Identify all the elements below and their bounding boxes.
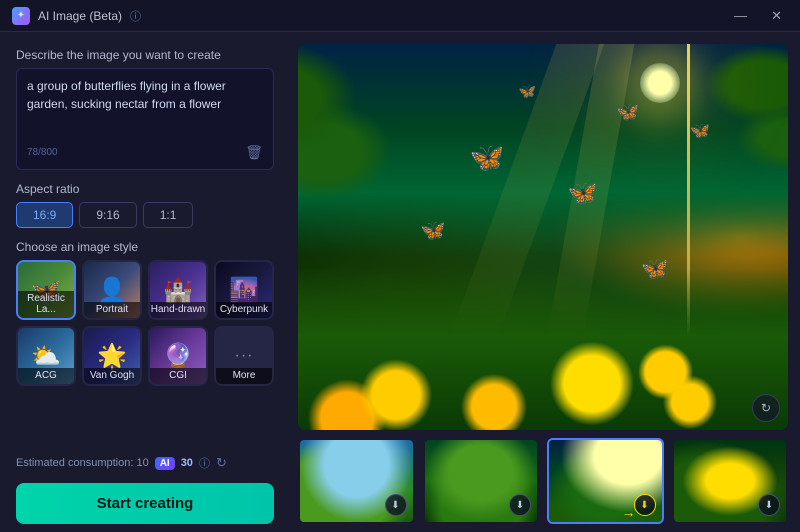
style-realistic[interactable]: 🦋 Realistic La... [16, 260, 76, 320]
prompt-label: Describe the image you want to create [16, 48, 274, 62]
style-label: Choose an image style [16, 240, 274, 254]
textarea-container: a group of butterflies flying in a flowe… [16, 68, 274, 170]
main-content: Describe the image you want to create a … [0, 32, 800, 532]
style-vangogh[interactable]: 🌟 Van Gogh [82, 326, 142, 386]
textarea-footer: 78/800 🗑 [27, 144, 263, 161]
aspect-16-9[interactable]: 16:9 [16, 202, 73, 228]
butterfly-5: 🦋 [519, 83, 536, 100]
aspect-section: Aspect ratio 16:9 9:16 1:1 [16, 182, 274, 228]
thumb-3-download[interactable]: ⬇ [634, 494, 656, 516]
thumbnail-4[interactable]: ⬇ [672, 438, 789, 524]
scene-flowers [298, 198, 788, 430]
refresh-icon[interactable]: ↻ [216, 455, 227, 471]
thumbnail-3[interactable]: ⬇ → [547, 438, 664, 524]
ai-badge: AI [155, 457, 175, 470]
title-bar: ✦ AI Image (Beta) ⓘ — ✕ [0, 0, 800, 32]
style-acg-label: ACG [18, 368, 74, 384]
left-panel: Describe the image you want to create a … [0, 32, 290, 532]
thumb-2-download[interactable]: ⬇ [509, 494, 531, 516]
butterfly-7: 🦋 [641, 256, 668, 282]
style-cyberpunk-label: Cyberpunk [216, 302, 272, 318]
butterfly-4: 🦋 [421, 218, 446, 243]
left-bottom: Estimated consumption: 10 AI 30 ⓘ ↻ Star… [16, 455, 274, 524]
prompt-input[interactable]: a group of butterflies flying in a flowe… [27, 77, 263, 137]
clear-button[interactable]: 🗑 [245, 144, 263, 161]
window-controls: — ✕ [728, 6, 788, 26]
style-acg[interactable]: ⛅ ACG [16, 326, 76, 386]
consumption-info-icon[interactable]: ⓘ [199, 455, 210, 471]
style-cgi-label: CGI [150, 368, 206, 384]
title-info-icon[interactable]: ⓘ [130, 8, 141, 24]
prompt-section: Describe the image you want to create a … [16, 48, 274, 170]
style-more-label: More [216, 368, 272, 384]
thumbnail-2[interactable]: ⬇ [423, 438, 540, 524]
thumb-4-download[interactable]: ⬇ [758, 494, 780, 516]
butterfly-3: 🦋 [617, 102, 639, 123]
close-button[interactable]: ✕ [765, 6, 788, 26]
app-title: AI Image (Beta) [38, 9, 122, 23]
minimize-button[interactable]: — [728, 6, 753, 25]
style-handdrawn-label: Hand-drawn [150, 302, 206, 318]
aspect-1-1[interactable]: 1:1 [143, 202, 194, 228]
aspect-9-16[interactable]: 9:16 [79, 202, 136, 228]
start-creating-button[interactable]: Start creating [16, 483, 274, 524]
butterfly-6: 🦋 [690, 121, 710, 141]
thumb-1-download[interactable]: ⬇ [385, 494, 407, 516]
style-more[interactable]: ··· More [214, 326, 274, 386]
style-grid: 🦋 Realistic La... 👤 Portrait 🏰 Hand-draw… [16, 260, 274, 386]
thumbnails-row: ⬇ ⬇ ⬇ → ⬇ [298, 438, 788, 524]
style-realistic-label: Realistic La... [18, 291, 74, 318]
style-portrait[interactable]: 👤 Portrait [82, 260, 142, 320]
main-image-container: 🦋 🦋 🦋 🦋 🦋 🦋 🦋 ↻ [298, 44, 788, 430]
more-dots-icon: ··· [235, 347, 254, 365]
style-portrait-label: Portrait [84, 302, 140, 318]
style-section: Choose an image style 🦋 Realistic La... … [16, 240, 274, 386]
aspect-buttons: 16:9 9:16 1:1 [16, 202, 274, 228]
arrow-indicator: → [622, 504, 636, 520]
app-icon: ✦ [12, 7, 30, 25]
title-bar-left: ✦ AI Image (Beta) ⓘ [12, 7, 141, 25]
butterfly-1: 🦋 [470, 141, 505, 174]
consumption-label: Estimated consumption: 10 [16, 457, 149, 469]
consumption-row: Estimated consumption: 10 AI 30 ⓘ ↻ [16, 455, 274, 471]
style-vangogh-label: Van Gogh [84, 368, 140, 384]
consumption-num: 30 [181, 457, 193, 469]
char-count: 78/800 [27, 147, 58, 158]
right-panel: 🦋 🦋 🦋 🦋 🦋 🦋 🦋 ↻ ⬇ ⬇ ⬇ [290, 32, 800, 532]
image-refresh-button[interactable]: ↻ [752, 394, 780, 422]
style-handdrawn[interactable]: 🏰 Hand-drawn [148, 260, 208, 320]
style-cyberpunk[interactable]: 🌆 Cyberpunk [214, 260, 274, 320]
main-image: 🦋 🦋 🦋 🦋 🦋 🦋 🦋 [298, 44, 788, 430]
thumbnail-1[interactable]: ⬇ [298, 438, 415, 524]
aspect-label: Aspect ratio [16, 182, 274, 196]
butterfly-2: 🦋 [568, 179, 598, 208]
style-cgi[interactable]: 🔮 CGI [148, 326, 208, 386]
